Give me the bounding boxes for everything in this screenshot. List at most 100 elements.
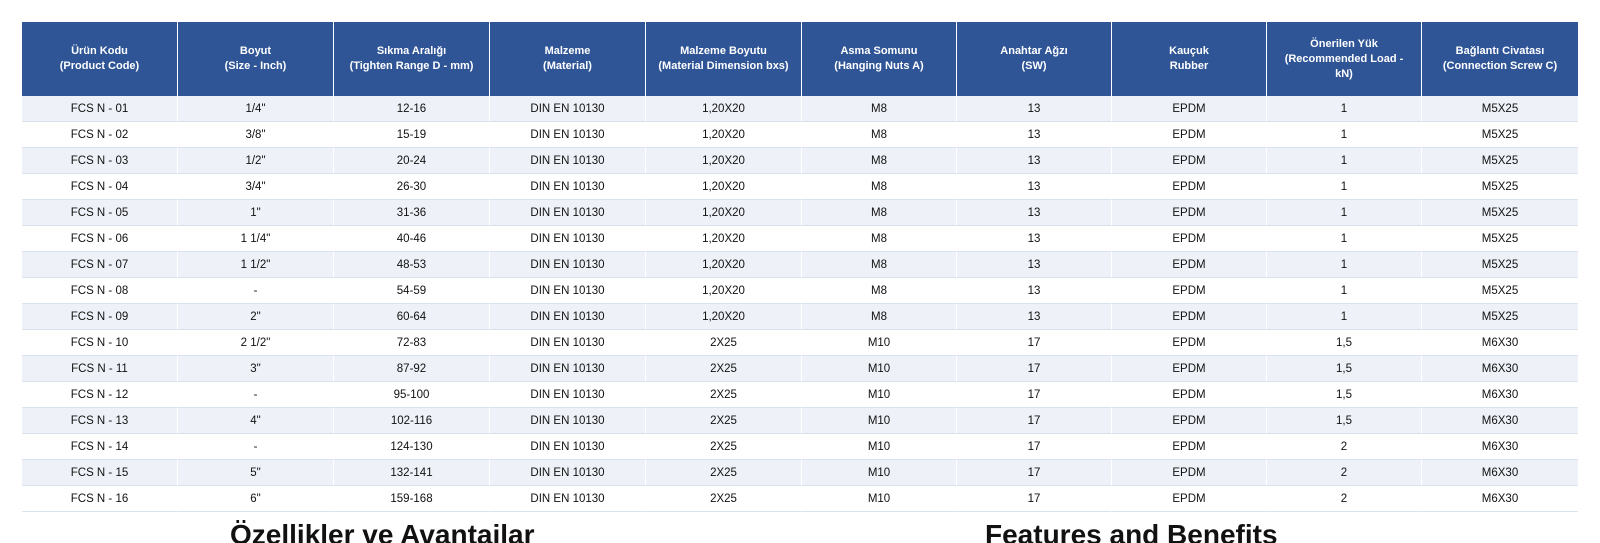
table-cell: DIN EN 10130 [490, 174, 646, 200]
table-cell: FCS N - 04 [22, 174, 178, 200]
table-row: FCS N - 10 2 1/2" 72-83 DIN EN 10130 2X25 M10… [22, 330, 1578, 356]
table-cell: 2 1/2" [178, 330, 334, 356]
table-row: FCS N - 04 3/4" 26-30 DIN EN 10130 1,20X20 M8… [22, 174, 1578, 200]
table-cell: 1,20X20 [646, 252, 802, 278]
column-header-line: Kauçuk [1169, 45, 1209, 57]
table-cell: M5X25 [1422, 122, 1578, 148]
table-cell: - [178, 278, 334, 304]
table-cell: 1 [1267, 226, 1422, 252]
table-cell: 159-168 [334, 486, 490, 512]
table-cell: EPDM [1112, 434, 1267, 460]
table-cell: FCS N - 16 [22, 486, 178, 512]
table-cell: M5X25 [1422, 148, 1578, 174]
table-cell: 1 1/2" [178, 252, 334, 278]
table-cell: FCS N - 11 [22, 356, 178, 382]
table-cell: 2X25 [646, 408, 802, 434]
features-heading-tr: Özellikler ve Avantajlar [230, 519, 535, 543]
table-cell: DIN EN 10130 [490, 226, 646, 252]
table-cell: 20-24 [334, 148, 490, 174]
column-header-line: Sıkma Aralığı [376, 45, 447, 57]
table-cell: 1 [1267, 174, 1422, 200]
table-cell: DIN EN 10130 [490, 460, 646, 486]
table-cell: 1,5 [1267, 330, 1422, 356]
table-row: FCS N - 12-95-100 DIN EN 10130 2X25 M10 17 EP… [22, 382, 1578, 408]
table-cell: FCS N - 15 [22, 460, 178, 486]
column-header-line: (SW) [1021, 60, 1047, 72]
table-cell: EPDM [1112, 278, 1267, 304]
table-cell: 54-59 [334, 278, 490, 304]
table-cell: EPDM [1112, 148, 1267, 174]
table-cell: EPDM [1112, 304, 1267, 330]
table-cell: M10 [802, 408, 957, 434]
table-cell: 124-130 [334, 434, 490, 460]
column-header: Malzeme (Material) [490, 22, 646, 96]
table-cell: 1/2" [178, 148, 334, 174]
table-cell: 13 [957, 148, 1112, 174]
table-cell: DIN EN 10130 [490, 96, 646, 122]
table-row: FCS N - 09 2" 60-64 DIN EN 10130 1,20X20 M8 13… [22, 304, 1578, 330]
table-cell: FCS N - 07 [22, 252, 178, 278]
table-cell: DIN EN 10130 [490, 148, 646, 174]
table-cell: 102-116 [334, 408, 490, 434]
table-cell: EPDM [1112, 408, 1267, 434]
column-header-line: kN) [1335, 67, 1353, 80]
table-cell: EPDM [1112, 122, 1267, 148]
table-cell: 1" [178, 200, 334, 226]
table-cell: 2X25 [646, 382, 802, 408]
table-cell: 132-141 [334, 460, 490, 486]
table-row: FCS N - 01 1/4" 12-16 DIN EN 10130 1,20X20 M8… [22, 96, 1578, 122]
table-cell: DIN EN 10130 [490, 382, 646, 408]
column-header-line: Anahtar Ağzı [1000, 45, 1068, 57]
table-cell: 2X25 [646, 486, 802, 512]
table-cell: DIN EN 10130 [490, 304, 646, 330]
table-cell: M8 [802, 278, 957, 304]
table-cell: - [178, 382, 334, 408]
table-cell: EPDM [1112, 96, 1267, 122]
table-cell: 17 [957, 486, 1112, 512]
column-header-line: (Material Dimension bxs) [658, 60, 789, 72]
table-cell: 87-92 [334, 356, 490, 382]
table-cell: M10 [802, 486, 957, 512]
table-cell: 17 [957, 434, 1112, 460]
table-body: FCS N - 01 1/4" 12-16 DIN EN 10130 1,20X20 M8… [22, 96, 1578, 512]
table-cell: 17 [957, 330, 1112, 356]
table-cell: DIN EN 10130 [490, 434, 646, 460]
table-cell: M8 [802, 174, 957, 200]
table-row: FCS N - 05 1" 31-36 DIN EN 10130 1,20X20 M8 13… [22, 200, 1578, 226]
table-cell: 15-19 [334, 122, 490, 148]
table-cell: 1 1/4" [178, 226, 334, 252]
table-cell: 72-83 [334, 330, 490, 356]
table-cell: DIN EN 10130 [490, 408, 646, 434]
table-cell: M5X25 [1422, 200, 1578, 226]
table-cell: M10 [802, 330, 957, 356]
table-cell: 1,20X20 [646, 148, 802, 174]
table-cell: 1,20X20 [646, 278, 802, 304]
column-header-line: (Size - Inch) [224, 60, 287, 72]
table-cell: FCS N - 10 [22, 330, 178, 356]
column-header: Ürün Kodu (Product Code) [22, 22, 178, 96]
table-cell: EPDM [1112, 460, 1267, 486]
footer-headings: Özellikler ve Avantajlar Features and Be… [0, 516, 1600, 543]
table-cell: DIN EN 10130 [490, 356, 646, 382]
column-header: Asma Somunu (Hanging Nuts A) [802, 22, 957, 96]
table-cell: - [178, 434, 334, 460]
table-cell: 13 [957, 304, 1112, 330]
table-cell: M6X30 [1422, 486, 1578, 512]
column-header: Bağlantı Civatası (Connection Screw C) [1422, 22, 1578, 96]
table-cell: 13 [957, 278, 1112, 304]
table-cell: M6X30 [1422, 330, 1578, 356]
table-cell: 17 [957, 460, 1112, 486]
column-header-line: Ürün Kodu [71, 45, 128, 57]
table-cell: M6X30 [1422, 408, 1578, 434]
column-header-line: (Hanging Nuts A) [834, 60, 924, 72]
table-cell: 17 [957, 382, 1112, 408]
table-cell: M8 [802, 148, 957, 174]
table-cell: M6X30 [1422, 356, 1578, 382]
table-cell: M10 [802, 382, 957, 408]
table-cell: FCS N - 05 [22, 200, 178, 226]
table-cell: M6X30 [1422, 434, 1578, 460]
table-cell: 13 [957, 174, 1112, 200]
column-header: Önerilen Yük (Recommended Load - kN) [1267, 22, 1422, 96]
table-cell: 1,5 [1267, 408, 1422, 434]
table-cell: 17 [957, 408, 1112, 434]
